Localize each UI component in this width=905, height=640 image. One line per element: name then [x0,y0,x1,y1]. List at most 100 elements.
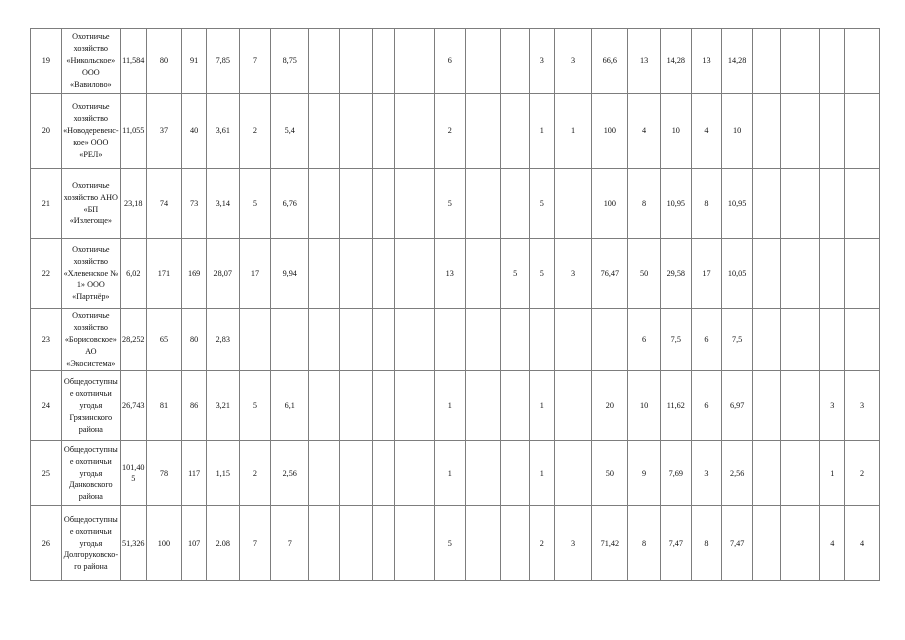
cell-value: 2 [433,93,466,169]
cell-value [308,505,340,582]
cell-value: 9 [627,440,661,507]
cell-value: 100 [145,505,183,582]
cell-value: 3 [690,440,723,507]
cell-value [779,370,821,442]
cell-value: 23,18 [119,168,147,239]
cell-value [751,93,781,169]
cell-organization-name: Охотничье хозяйство «Новодеревенс-кое» О… [60,93,121,169]
cell-organization-name: Охотничье хозяйство «Никольское» ООО «Ва… [60,28,121,94]
cell-value: 13 [433,238,466,309]
cell-row-number: 23 [30,307,62,372]
cell-value: 3,21 [205,370,240,442]
cell-value [433,307,466,372]
cell-value: 20 [591,370,629,442]
cell-value: 6,97 [721,370,753,442]
cell-value [779,238,821,309]
page-canvas: 19 Охотничье хозяйство «Никольское» ООО «… [0,0,905,640]
cell-value: 80 [145,28,183,94]
cell-value: 2 [238,440,272,507]
table-row: 21 Охотничье хозяйство АНО «БП «Излегоще»… [30,168,880,239]
table-row: 24 Общедоступные охотничьи угодья Грязинс… [30,370,880,442]
cell-value [844,168,880,239]
cell-value: 7,85 [205,28,240,94]
cell-value [338,307,373,372]
cell-value: 74 [145,168,183,239]
cell-value: 6 [627,307,661,372]
cell-value: 26,743 [119,370,147,442]
cell-value: 13 [627,28,661,94]
cell-value: 4 [690,93,723,169]
cell-value [338,28,373,94]
cell-value: 2.08 [205,505,240,582]
cell-value [819,238,846,309]
cell-value [338,238,373,309]
cell-value: 7,69 [659,440,692,507]
cell-value: 71,42 [591,505,629,582]
cell-value [394,238,435,309]
cell-value: 11,584 [119,28,147,94]
cell-value [371,93,396,169]
cell-row-number: 22 [30,238,62,309]
cell-value [464,93,502,169]
cell-value: 78 [145,440,183,507]
cell-value: 6,1 [270,370,310,442]
cell-value: 6 [690,307,723,372]
cell-value: 10,05 [721,238,753,309]
cell-value: 17 [238,238,272,309]
cell-value: 17 [690,238,723,309]
cell-organization-name: Охотничье хозяйство «Борисовское» АО «Эк… [60,307,121,372]
cell-organization-name: Общедоступные охотничьи угодья Данковско… [60,440,121,507]
cell-row-number: 26 [30,505,62,582]
cell-value: 91 [181,28,207,94]
cell-row-number: 25 [30,440,62,507]
cell-value: 10,95 [721,168,753,239]
cell-value: 2 [529,505,555,582]
cell-value: 7 [270,505,310,582]
cell-value [371,370,396,442]
cell-value [553,307,593,372]
cell-value: 5 [238,370,272,442]
cell-value: 2,83 [205,307,240,372]
table-row: 22 Охотничье хозяйство «Хлевенское № 1» О… [30,238,880,309]
cell-value: 5 [433,168,466,239]
cell-value [308,370,340,442]
cell-value: 5 [529,168,555,239]
cell-value: 7 [238,28,272,94]
cell-value: 3 [844,370,880,442]
cell-value [308,440,340,507]
cell-value [779,440,821,507]
cell-value [553,168,593,239]
cell-value [500,307,531,372]
table-row: 19 Охотничье хозяйство «Никольское» ООО «… [30,28,880,94]
cell-value [779,93,821,169]
cell-value: 1 [553,93,593,169]
cell-value: 3 [819,370,846,442]
cell-organization-name: Общедоступные охотничьи угодья Грязинско… [60,370,121,442]
cell-value: 10 [721,93,753,169]
cell-row-number: 19 [30,28,62,94]
cell-value: 65 [145,307,183,372]
cell-value: 100 [591,93,629,169]
cell-value: 2 [238,93,272,169]
cell-value [394,93,435,169]
cell-value [819,93,846,169]
cell-value: 7,47 [721,505,753,582]
cell-value [464,238,502,309]
cell-value: 29,58 [659,238,692,309]
cell-value: 107 [181,505,207,582]
cell-value [500,370,531,442]
cell-value [338,440,373,507]
cell-value: 13 [690,28,723,94]
cell-value: 5 [529,238,555,309]
cell-value [338,370,373,442]
cell-value: 4 [819,505,846,582]
cell-value [394,370,435,442]
table-row: 23 Охотничье хозяйство «Борисовское» АО «… [30,307,880,372]
cell-value: 169 [181,238,207,309]
cell-value [751,238,781,309]
cell-value [751,505,781,582]
cell-value [270,307,310,372]
cell-value [751,28,781,94]
cell-value: 6 [690,370,723,442]
cell-value: 3,61 [205,93,240,169]
